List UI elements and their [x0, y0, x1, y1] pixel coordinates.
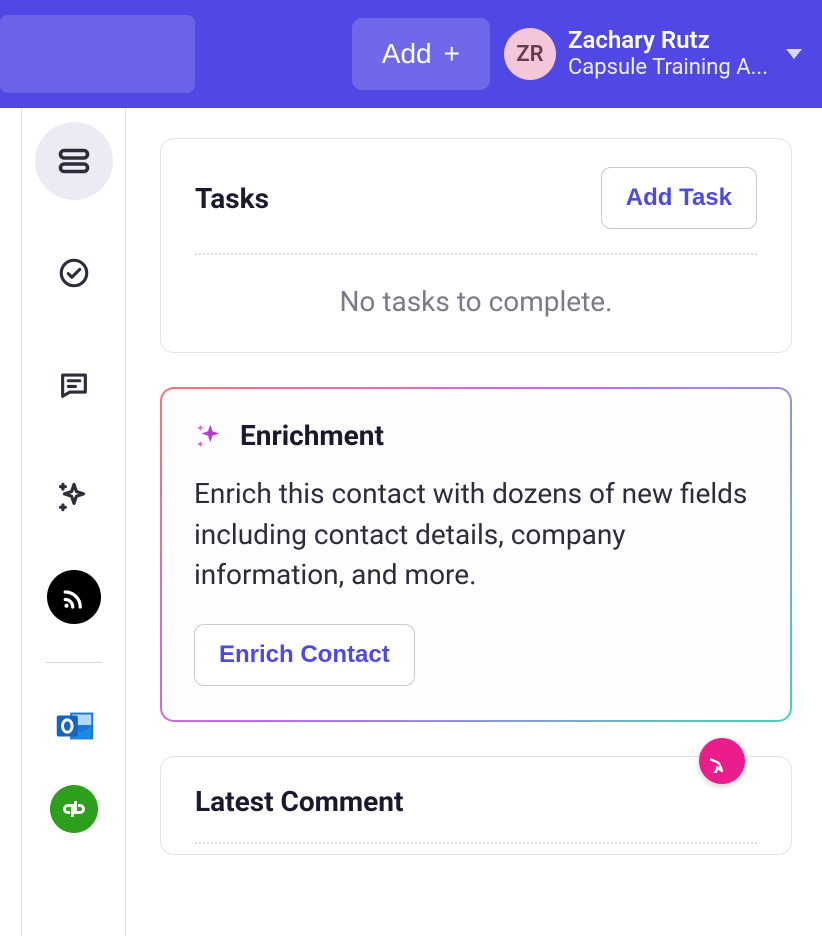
chat-bubble-icon [710, 749, 734, 773]
tasks-card: Tasks Add Task No tasks to complete. [160, 138, 792, 353]
top-bar: Add + ZR Zachary Rutz Capsule Training A… [0, 0, 822, 108]
quickbooks-icon [58, 793, 90, 825]
side-rail [22, 108, 126, 936]
add-task-button[interactable]: Add Task [601, 167, 757, 229]
main-body: Tasks Add Task No tasks to complete. Enr… [0, 108, 822, 936]
tasks-title: Tasks [195, 182, 269, 215]
add-button[interactable]: Add + [352, 18, 490, 90]
rail-item-message[interactable] [35, 346, 113, 424]
latest-comment-card: Latest Comment [160, 756, 792, 855]
user-menu[interactable]: ZR Zachary Rutz Capsule Training A... [504, 26, 802, 81]
list-icon [56, 143, 92, 179]
rss-dark-icon [59, 582, 89, 612]
add-button-label: Add [382, 40, 432, 68]
user-name: Zachary Rutz [568, 26, 768, 55]
enrichment-title: Enrichment [240, 419, 384, 452]
user-text: Zachary Rutz Capsule Training A... [568, 26, 768, 81]
comment-header: Latest Comment [195, 785, 757, 844]
chevron-down-icon [786, 49, 802, 59]
tasks-empty-text: No tasks to complete. [195, 255, 757, 324]
message-icon [57, 368, 91, 402]
enrichment-header: Enrichment [194, 419, 758, 452]
outlook-icon [51, 703, 97, 749]
search-placeholder-box[interactable] [0, 15, 195, 93]
rail-divider [46, 662, 102, 663]
enrich-contact-button[interactable]: Enrich Contact [194, 624, 415, 686]
rail-item-list[interactable] [35, 122, 113, 200]
sparkle-colored-icon [194, 421, 224, 451]
enrichment-body: Enrich this contact with dozens of new f… [194, 474, 758, 596]
rail-item-quickbooks[interactable] [50, 785, 98, 833]
avatar: ZR [504, 28, 556, 80]
rail-item-rss[interactable] [47, 570, 101, 624]
user-subtitle: Capsule Training A... [568, 55, 768, 81]
content-column: Tasks Add Task No tasks to complete. Enr… [126, 108, 822, 936]
rail-item-check[interactable] [35, 234, 113, 312]
left-stub [0, 108, 22, 936]
plus-icon: + [444, 40, 460, 68]
comment-title: Latest Comment [195, 785, 403, 818]
enrichment-card: Enrichment Enrich this contact with doze… [160, 387, 792, 722]
rail-item-outlook[interactable] [35, 701, 113, 751]
rail-item-sparkle[interactable] [35, 458, 113, 536]
check-circle-icon [57, 256, 91, 290]
chat-fab[interactable] [699, 738, 745, 784]
sparkle-icon [55, 478, 93, 516]
tasks-header: Tasks Add Task [195, 167, 757, 255]
